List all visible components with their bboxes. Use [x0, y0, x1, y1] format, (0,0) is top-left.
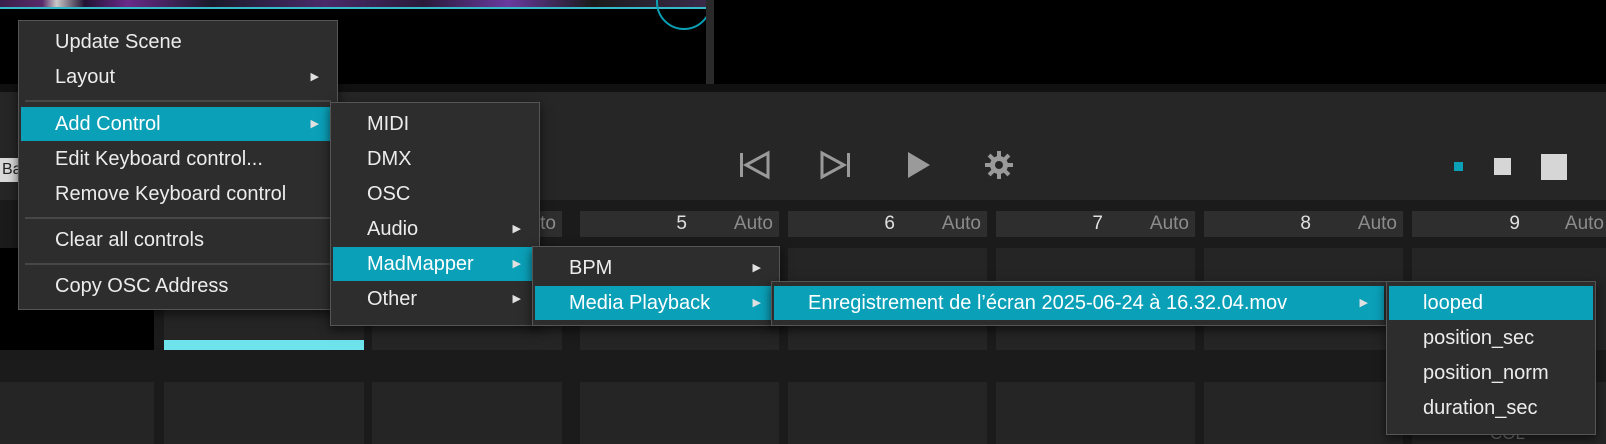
- preview-right: [714, 0, 1606, 84]
- menu-separator: [25, 100, 331, 102]
- submenu-arrow-icon: ▶: [512, 223, 521, 235]
- column-mode[interactable]: Auto: [1565, 211, 1604, 237]
- view-size-small-button[interactable]: [1454, 162, 1463, 171]
- column-header: 6 Auto: [788, 211, 987, 237]
- clip-cell[interactable]: [1204, 382, 1403, 444]
- menu-item-position-sec[interactable]: position_sec: [1389, 321, 1593, 355]
- submenu-arrow-icon: ▶: [752, 297, 761, 309]
- preview-circle-handle[interactable]: [656, 0, 712, 30]
- submenu-media-playback: Enregistrement de l’écran 2025-06-24 à 1…: [771, 281, 1387, 326]
- menu-item-add-control[interactable]: Add Control ▶: [21, 107, 335, 141]
- view-size-medium-button[interactable]: [1494, 158, 1511, 175]
- clip-cell[interactable]: [996, 382, 1195, 444]
- menu-item-looped[interactable]: looped: [1389, 286, 1593, 320]
- submenu-add-control: MIDI DMX OSC Audio ▶ MadMapper ▶ Other ▶: [330, 102, 540, 326]
- column-number: 6: [884, 213, 895, 234]
- column-header: 5 Auto: [580, 211, 779, 237]
- submenu-arrow-icon: ▶: [310, 71, 319, 83]
- submenu-arrow-icon: ▶: [310, 118, 319, 130]
- menu-item-madmapper[interactable]: MadMapper ▶: [333, 247, 537, 281]
- clip-progress-bar: [164, 340, 364, 350]
- menu-item-update-scene[interactable]: Update Scene: [21, 25, 335, 59]
- column-mode[interactable]: Auto: [1358, 211, 1397, 237]
- clip-cell[interactable]: [164, 382, 364, 444]
- menu-item-midi[interactable]: MIDI: [333, 107, 537, 141]
- view-size-large-button[interactable]: [1541, 154, 1567, 180]
- menu-item-position-norm[interactable]: position_norm: [1389, 356, 1593, 390]
- menu-separator: [25, 263, 331, 265]
- column-number: 7: [1092, 213, 1103, 234]
- column-header: 7 Auto: [996, 211, 1195, 237]
- submenu-arrow-icon: ▶: [1359, 297, 1368, 309]
- preview-divider[interactable]: [706, 0, 714, 84]
- submenu-madmapper: BPM ▶ Media Playback ▶: [532, 246, 780, 326]
- column-mode[interactable]: Auto: [942, 211, 981, 237]
- column-mode[interactable]: Auto: [1150, 211, 1189, 237]
- gear-icon[interactable]: [984, 150, 1014, 186]
- menu-item-layout[interactable]: Layout ▶: [21, 60, 335, 94]
- submenu-arrow-icon: ▶: [512, 258, 521, 270]
- clip-cell[interactable]: [372, 382, 562, 444]
- submenu-arrow-icon: ▶: [752, 262, 761, 274]
- column-mode[interactable]: Auto: [734, 211, 773, 237]
- menu-item-duration-sec[interactable]: duration_sec: [1389, 391, 1593, 425]
- preview-thumbnail-strip: [0, 0, 706, 9]
- column-header: 8 Auto: [1204, 211, 1403, 237]
- skip-back-icon[interactable]: [738, 150, 770, 186]
- skip-forward-icon[interactable]: [820, 150, 852, 186]
- clip-cell[interactable]: [0, 382, 154, 444]
- menu-item-clear-all-controls[interactable]: Clear all controls: [21, 223, 335, 257]
- menu-item-dmx[interactable]: DMX: [333, 142, 537, 176]
- menu-item-audio[interactable]: Audio ▶: [333, 212, 537, 246]
- clip-cell[interactable]: [580, 382, 779, 444]
- column-header: 9 Auto: [1412, 211, 1606, 237]
- menu-item-edit-keyboard-control[interactable]: Edit Keyboard control...: [21, 142, 335, 176]
- menu-item-copy-osc-address[interactable]: Copy OSC Address: [21, 269, 335, 303]
- menu-item-media-file[interactable]: Enregistrement de l’écran 2025-06-24 à 1…: [774, 286, 1384, 320]
- submenu-media-params: looped position_sec position_norm durati…: [1386, 281, 1596, 435]
- menu-item-other[interactable]: Other ▶: [333, 282, 537, 316]
- menu-item-bpm[interactable]: BPM ▶: [535, 251, 777, 285]
- menu-item-media-playback[interactable]: Media Playback ▶: [535, 286, 777, 320]
- context-menu: Update Scene Layout ▶ Add Control ▶ Edit K…: [18, 20, 338, 310]
- column-number: 8: [1300, 213, 1311, 234]
- play-icon[interactable]: [906, 150, 932, 186]
- column-number: 5: [676, 213, 687, 234]
- menu-separator: [25, 217, 331, 219]
- menu-item-remove-keyboard-control[interactable]: Remove Keyboard control: [21, 177, 335, 211]
- column-number: 9: [1509, 213, 1520, 234]
- clip-cell[interactable]: [788, 382, 987, 444]
- submenu-arrow-icon: ▶: [512, 293, 521, 305]
- menu-item-osc[interactable]: OSC: [333, 177, 537, 211]
